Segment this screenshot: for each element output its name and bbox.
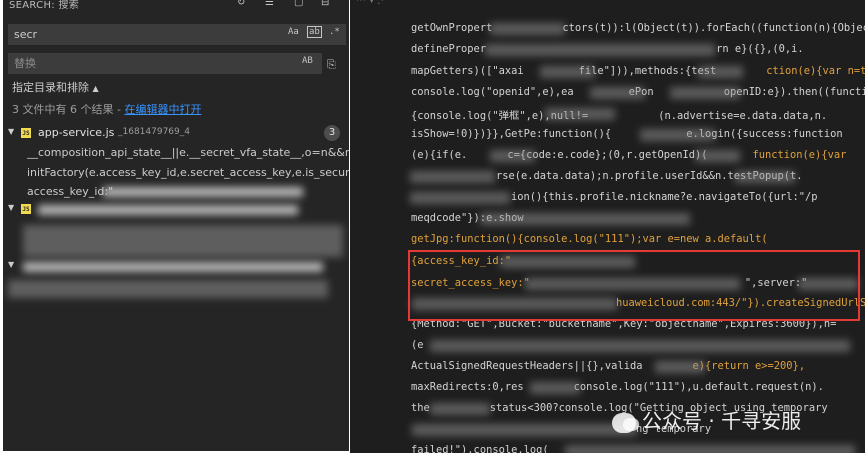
watermark-text: 公众号 · 千寻安服 (642, 409, 802, 433)
redacted-block (410, 171, 495, 183)
code-line: ActualSignedRequestHeaders||{},valida e){… (411, 360, 806, 372)
redacted-block (565, 445, 855, 453)
redacted-block (590, 87, 645, 99)
clear-results-icon[interactable]: ☰ (265, 0, 274, 8)
redacted-block (103, 187, 303, 197)
redacted-block (695, 150, 740, 162)
match-case-toggle[interactable]: Aa (288, 27, 299, 37)
code-line: getOwnPropert ctors(t)):l(Object(t)).forE… (411, 22, 865, 34)
new-search-editor-icon[interactable]: ▢ (294, 0, 303, 8)
result-file-name: app-service.js (38, 126, 115, 139)
preserve-case-toggle[interactable]: AB (302, 56, 313, 66)
redacted-block (38, 205, 298, 215)
results-summary: 3 文件中有 6 个结果 - 在编辑器中打开 (12, 101, 201, 117)
use-regex-toggle[interactable]: .* (329, 27, 340, 37)
search-match-line[interactable]: initFactory(e.access_key_id,e.secret_acc… (27, 166, 349, 179)
javascript-file-icon: JS (21, 128, 31, 138)
redacted-block (670, 87, 740, 99)
javascript-file-icon: JS (21, 204, 31, 214)
redacted-block (655, 361, 705, 373)
watermark: 公众号 · 千寻安服 (612, 405, 801, 435)
search-sidebar: SEARCH: 搜索 ↻ ☰ ▢ ⊟ Aa ab .* AB ⎘ 指定目录和排除… (3, 0, 349, 451)
redacted-block (23, 225, 343, 257)
redacted-block (410, 192, 510, 204)
chevron-down-icon[interactable]: ▼ (8, 203, 14, 212)
result-file-row[interactable]: ▼ JS app-service.js _1681479769_4 3 (3, 125, 349, 143)
chevron-down-icon[interactable]: ▼ (8, 127, 14, 136)
code-line: isShow=!0)})}},GetPe:function(){e.login(… (411, 128, 843, 140)
result-file-path: _1681479769_4 (118, 127, 190, 137)
search-input-box: Aa ab .* (8, 24, 346, 45)
code-line: mapGetters)(["axai file"])),methods:{test… (411, 65, 865, 77)
highlight-box (408, 250, 860, 321)
redacted-block (698, 66, 743, 78)
redacted-block (530, 382, 580, 394)
code-editor[interactable]: ⋯ ▾ ⋰ getOwnPropert ctors(t)):l(Object(t)… (350, 0, 865, 453)
caret-up-icon: ▲ (92, 84, 99, 93)
match-whole-word-toggle[interactable]: ab (307, 26, 322, 38)
code-line: maxRedirects:0,res console.log("111"),u.d… (411, 381, 824, 393)
redacted-block (485, 44, 715, 56)
match-count-badge: 3 (324, 125, 340, 141)
redacted-block (540, 66, 595, 78)
replace-input-box: AB (8, 53, 322, 74)
code-line: (e){if(e. c={code:e.code};(0,r.getOpenId)… (411, 149, 847, 161)
redacted-block (23, 262, 323, 272)
redacted-block (430, 403, 490, 415)
refresh-icon[interactable]: ↻ (237, 0, 245, 8)
screenshot-frame: SEARCH: 搜索 ↻ ☰ ▢ ⊟ Aa ab .* AB ⎘ 指定目录和排除… (0, 0, 865, 453)
search-match-line[interactable]: __composition_api_state__||e.__secret_vf… (27, 146, 349, 159)
results-count: 3 文件中有 6 个结果 - (12, 103, 125, 116)
open-in-editor-link[interactable]: 在编辑器中打开 (124, 103, 201, 116)
code-line: getJpg:function(){console.log("111");var… (411, 233, 768, 245)
redacted-block (490, 23, 565, 35)
chevron-down-icon[interactable]: ▼ (8, 260, 14, 269)
code-line: {console.log("弹框",e),null!= (n.advertise=… (411, 110, 828, 122)
wechat-icon (612, 412, 639, 433)
sidebar-title: SEARCH: 搜索 (9, 0, 80, 11)
editor-tab-icons: ⋯ ▾ ⋰ (356, 0, 388, 6)
sidebar-header: SEARCH: 搜索 ↻ ☰ ▢ ⊟ (3, 0, 349, 14)
search-match-text: access_key_id:" (27, 185, 114, 198)
redacted-block (735, 171, 795, 183)
redacted-block (545, 108, 615, 120)
redacted-block (430, 340, 850, 352)
replace-input[interactable] (14, 56, 269, 71)
collapse-all-icon[interactable]: ⊟ (321, 0, 329, 8)
redacted-block (490, 150, 535, 162)
search-input[interactable] (14, 27, 269, 42)
redacted-block (640, 129, 715, 141)
redacted-block (412, 424, 637, 436)
redacted-block (8, 280, 328, 298)
files-to-include-toggle[interactable]: 指定目录和排除 ▲ (12, 79, 99, 95)
replace-all-icon[interactable]: ⎘ (327, 58, 336, 72)
redacted-block (480, 213, 690, 225)
files-include-label: 指定目录和排除 (12, 81, 89, 94)
